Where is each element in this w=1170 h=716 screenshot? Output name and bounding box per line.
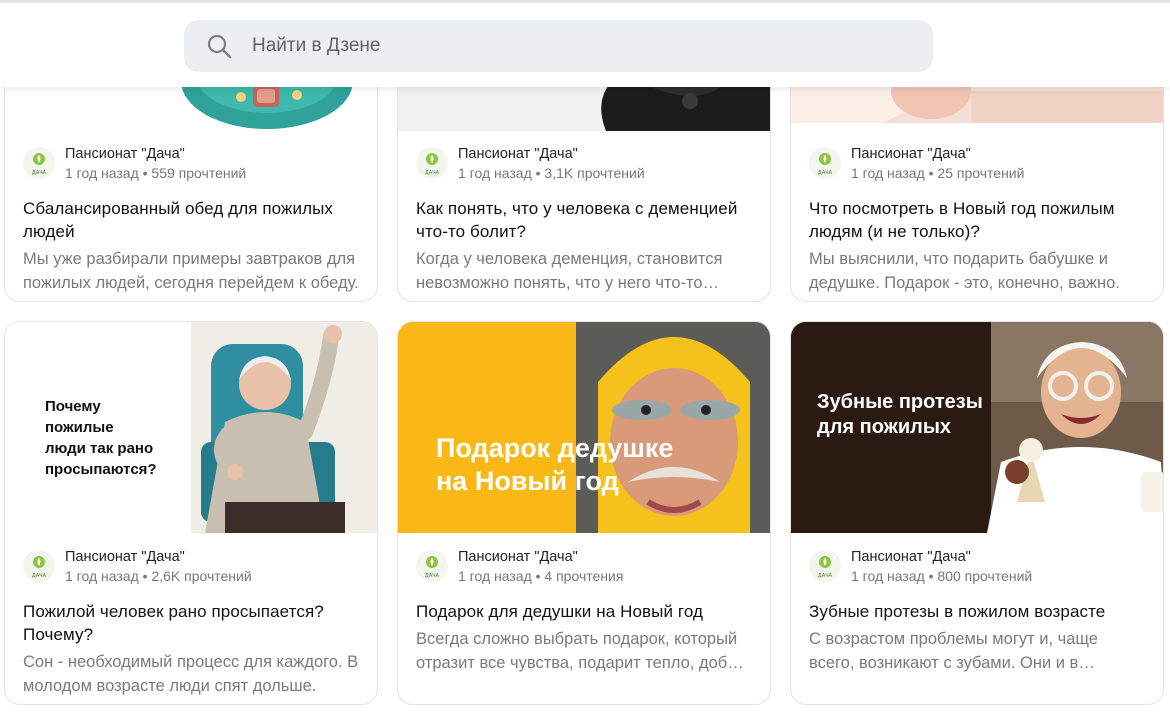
svg-text:ДАЧА: ДАЧА bbox=[425, 573, 440, 579]
article-title[interactable]: Как понять, что у человека с деменцией ч… bbox=[416, 197, 752, 243]
channel-name[interactable]: Пансионат "Дача" bbox=[65, 548, 252, 567]
article-title[interactable]: Сбалансированный обед для пожилых людей bbox=[23, 197, 359, 243]
article-snippet: Сон - необходимый процесс для каждого. В… bbox=[23, 653, 359, 695]
channel-info[interactable]: ДАЧА Пансионат "Дача" 1 год назад • 4 пр… bbox=[416, 548, 752, 588]
channel-info[interactable]: ДАЧА Пансионат "Дача" 1 год назад • 800 … bbox=[809, 548, 1145, 588]
image-caption: Зубные протезы для пожилых bbox=[817, 391, 983, 438]
article-meta: 1 год назад • 4 прочтения bbox=[458, 568, 624, 584]
channel-info[interactable]: ДАЧА Пансионат "Дача" 1 год назад • 25 п… bbox=[809, 145, 1145, 185]
article-meta: 1 год назад • 3,1K прочтений bbox=[458, 165, 645, 181]
channel-info[interactable]: ДАЧА Пансионат "Дача" 1 год назад • 2,6K… bbox=[23, 548, 359, 588]
channel-avatar[interactable]: ДАЧА bbox=[809, 550, 841, 582]
channel-info[interactable]: ДАЧА Пансионат "Дача" 1 год назад • 559 … bbox=[23, 145, 359, 185]
article-meta: 1 год назад • 800 прочтений bbox=[851, 568, 1033, 584]
channel-avatar[interactable]: ДАЧА bbox=[809, 147, 841, 179]
article-title[interactable]: Пожилой человек рано просыпается? Почему… bbox=[23, 600, 359, 646]
article-snippet: Когда у человека деменция, становится не… bbox=[416, 250, 723, 292]
channel-name[interactable]: Пансионат "Дача" bbox=[458, 145, 645, 164]
channel-name[interactable]: Пансионат "Дача" bbox=[851, 548, 1032, 567]
article-snippet: Всегда сложно выбрать подарок, который о… bbox=[416, 630, 746, 672]
channel-name[interactable]: Пансионат "Дача" bbox=[851, 145, 1024, 164]
article-card[interactable]: Почему пожилые люди так рано просыпаются… bbox=[4, 321, 378, 705]
svg-text:ДАЧА: ДАЧА bbox=[818, 170, 833, 176]
image-caption: Почему пожилые люди так рано просыпаются… bbox=[45, 398, 157, 478]
article-title[interactable]: Зубные протезы в пожилом возрасте bbox=[809, 600, 1145, 623]
search-bar[interactable] bbox=[184, 20, 933, 72]
header bbox=[0, 3, 1170, 87]
article-title[interactable]: Подарок для дедушки на Новый год bbox=[416, 600, 752, 623]
search-input[interactable] bbox=[252, 28, 912, 64]
channel-info[interactable]: ДАЧА Пансионат "Дача" 1 год назад • 3,1K… bbox=[416, 145, 752, 185]
channel-avatar[interactable]: ДАЧА bbox=[416, 147, 448, 179]
article-snippet: С возрастом проблемы могут и, чаще всего… bbox=[809, 630, 1098, 672]
channel-avatar[interactable]: ДАЧА bbox=[416, 550, 448, 582]
channel-name[interactable]: Пансионат "Дача" bbox=[458, 548, 623, 567]
svg-text:ДАЧА: ДАЧА bbox=[32, 573, 47, 579]
svg-text:ДАЧА: ДАЧА bbox=[818, 573, 833, 579]
article-image[interactable]: Зубные протезы для пожилых bbox=[791, 322, 1163, 533]
svg-text:ДАЧА: ДАЧА bbox=[32, 170, 47, 176]
channel-name[interactable]: Пансионат "Дача" bbox=[65, 145, 246, 164]
article-title[interactable]: Что посмотреть в Новый год пожилым людям… bbox=[809, 197, 1145, 243]
article-image[interactable]: Подарок дедушке на Новый год bbox=[398, 322, 770, 533]
article-meta: 1 год назад • 559 прочтений bbox=[65, 165, 247, 181]
channel-avatar[interactable]: ДАЧА bbox=[23, 147, 55, 179]
svg-text:ДАЧА: ДАЧА bbox=[425, 170, 440, 176]
elderly-man-image bbox=[398, 322, 770, 533]
channel-avatar[interactable]: ДАЧА bbox=[23, 550, 55, 582]
article-card[interactable]: Зубные протезы для пожилых ДАЧА Пансиона… bbox=[790, 321, 1164, 705]
article-meta: 1 год назад • 25 прочтений bbox=[851, 165, 1025, 181]
article-snippet: Мы выяснили, что подарить бабушке и деду… bbox=[809, 250, 1120, 292]
search-icon bbox=[207, 34, 232, 59]
article-meta: 1 год назад • 2,6K прочтений bbox=[65, 568, 252, 584]
article-image[interactable]: Почему пожилые люди так рано просыпаются… bbox=[5, 322, 377, 533]
image-caption: Подарок дедушке на Новый год bbox=[436, 433, 674, 496]
article-card[interactable]: Подарок дедушке на Новый год ДАЧА Пансио… bbox=[397, 321, 771, 705]
article-snippet: Мы уже разбирали примеры завтраков для п… bbox=[23, 250, 359, 292]
